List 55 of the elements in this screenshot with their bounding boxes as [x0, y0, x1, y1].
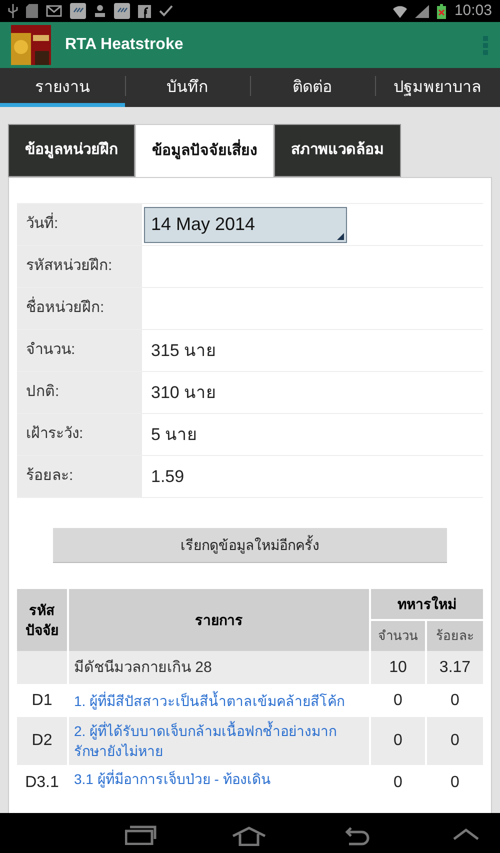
tab[interactable]: บันทึก [125, 68, 250, 107]
field-label: จำนวน: [17, 330, 142, 371]
tab[interactable]: รายงาน [0, 68, 125, 107]
table-cell: 0 [370, 684, 426, 717]
tab[interactable]: ติดต่อ [250, 68, 375, 107]
app-icon [114, 3, 130, 19]
recent-apps-icon[interactable] [125, 825, 157, 845]
field-value: 315 นาย [151, 340, 216, 362]
column-header: รหัส ปัจจัย [17, 589, 68, 651]
back-icon[interactable] [344, 827, 370, 847]
column-header: ทหารใหม่ [370, 589, 483, 620]
table-cell: 0 [426, 717, 483, 765]
reload-button[interactable]: เรียกดูข้อมูลใหม่อีกครั้ง [53, 528, 447, 563]
clock-time: 10:03 [454, 0, 492, 21]
field-value: 310 นาย [151, 382, 216, 404]
column-header: ร้อยละ [426, 620, 483, 651]
battery-icon [437, 4, 446, 18]
app-icon [70, 3, 86, 19]
field-label: ร้อยละ: [17, 456, 142, 497]
risk-factor-link[interactable]: 1. ผู้ที่มีสีปัสสาวะเป็นสีน้ำตาลเข้มคล้ายสีโค้ก [74, 690, 369, 710]
signal-icon [415, 4, 430, 18]
risk-factor-link[interactable]: 2. ผู้ที่ได้รับบาดเจ็บกล้ามเนื้อฟกช้ำอย่างมากรักษายังไม่หาย [74, 721, 369, 761]
chevron-up-icon[interactable] [453, 828, 479, 840]
table-cell: 0 [370, 717, 426, 765]
table-cell: D1 [17, 684, 68, 717]
facebook-icon [138, 4, 151, 18]
wifi-icon [393, 4, 408, 18]
app-logo-icon [11, 25, 51, 65]
usb-icon [8, 4, 18, 18]
date-picker[interactable]: 14 May 2014 [144, 206, 347, 242]
column-header: รายการ [68, 589, 370, 651]
field-label: เฝ้าระวัง: [17, 414, 142, 455]
field-value: 5 นาย [151, 424, 198, 446]
column-header: จำนวน [370, 620, 426, 651]
field-label: ชื่อหน่วยฝึก: [17, 288, 142, 329]
field-label: ปกติ: [17, 372, 142, 413]
app-title: RTA Heatstroke [65, 35, 184, 55]
check-icon [159, 4, 173, 18]
sub-tab[interactable]: สภาพแวดล้อม [274, 124, 401, 177]
table-cell: 10 [370, 651, 426, 684]
table-cell: มีดัชนีมวลกายเกิน 28 [74, 659, 212, 676]
field-label: วันที่: [17, 204, 142, 245]
home-icon[interactable] [232, 826, 266, 846]
table-cell: 3.17 [426, 651, 483, 684]
sd-card-icon [26, 4, 38, 18]
sub-tab[interactable]: ข้อมูลหน่วยฝึก [8, 124, 135, 177]
person-icon [94, 4, 106, 18]
table-cell: 0 [426, 684, 483, 717]
field-label: รหัสหน่วยฝึก: [17, 246, 142, 287]
mail-icon [46, 5, 62, 17]
tab[interactable]: ปฐมพยาบาล [375, 68, 500, 107]
risk-factor-link[interactable]: 3.1 ผู้ที่มีอาการเจ็บป่วย - ท้องเดิน [74, 769, 369, 789]
field-value: 1.59 [151, 466, 184, 488]
sub-tab[interactable]: ข้อมูลปัจจัยเสี่ยง [135, 124, 274, 177]
table-cell: D2 [17, 717, 68, 765]
